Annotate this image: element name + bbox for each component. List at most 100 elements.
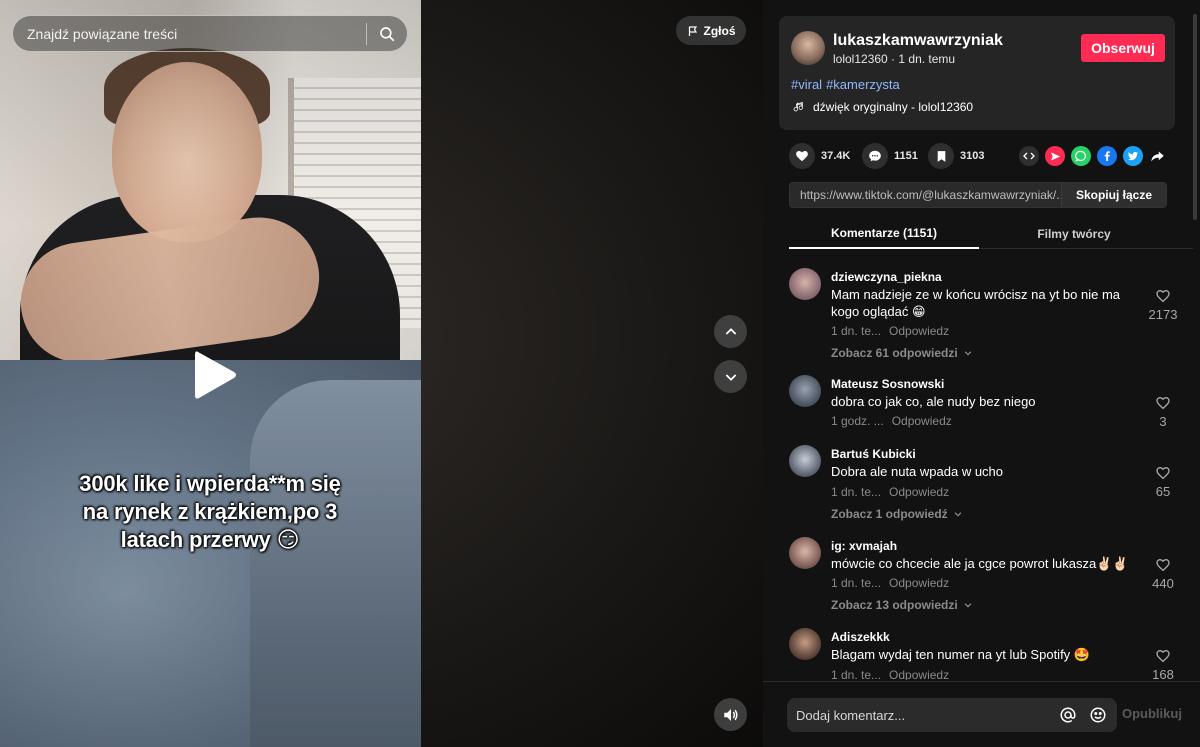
- commenter-avatar[interactable]: [789, 375, 821, 407]
- flag-icon: [688, 25, 697, 36]
- comment-composer: Opublikuj: [763, 681, 1200, 747]
- mention-button[interactable]: [1057, 704, 1079, 726]
- comment-icon-wrap: [862, 143, 888, 169]
- sound-label: dźwięk oryginalny - lolol12360: [813, 100, 974, 114]
- heart-outline-icon[interactable]: [1155, 557, 1171, 573]
- music-note-icon: [793, 102, 803, 112]
- play-button[interactable]: [190, 348, 240, 402]
- hashtag-link[interactable]: #kamerzysta: [826, 77, 900, 92]
- volume-button[interactable]: [714, 698, 747, 731]
- heart-outline-icon[interactable]: [1155, 288, 1171, 304]
- view-replies-button[interactable]: Zobacz 1 odpowiedź: [831, 507, 963, 521]
- comment-like: 168: [1145, 648, 1181, 680]
- sound-link[interactable]: dźwięk oryginalny - lolol12360: [793, 100, 973, 114]
- action-bar: 37.4K 1151 3103: [789, 143, 1179, 169]
- video-caption: 300k like i wpierda**m się na rynek z kr…: [20, 470, 400, 554]
- comment-like-count: 168: [1152, 667, 1174, 680]
- chevron-down-icon: [964, 351, 972, 356]
- search-icon: [380, 26, 395, 41]
- commenter-username[interactable]: Adiszekkk: [831, 630, 890, 644]
- caption-line-2: na rynek z krążkiem,po 3: [82, 499, 338, 524]
- save-button[interactable]: 3103: [928, 143, 984, 169]
- panel-scrollbar[interactable]: [1193, 14, 1197, 220]
- comment-time: 1 dn. te...: [831, 576, 882, 590]
- comment-time: 1 dn. te...: [831, 485, 882, 499]
- reply-button[interactable]: Odpowiedz: [889, 576, 949, 590]
- reply-button[interactable]: Odpowiedz: [889, 324, 949, 338]
- author-info-card: lukaszkamwawrzyniak lolol12360 · 1 dn. t…: [779, 16, 1175, 130]
- comment-time: 1 godz. ...: [831, 414, 884, 428]
- share-arrow-icon: [1150, 151, 1164, 161]
- save-icon-wrap: [928, 143, 954, 169]
- hashtags: #viral #kamerzysta: [791, 77, 904, 92]
- send-to-friends-button[interactable]: [1045, 146, 1065, 166]
- like-icon-wrap: [789, 143, 815, 169]
- reply-button[interactable]: Odpowiedz: [892, 414, 952, 428]
- author-avatar[interactable]: [791, 31, 825, 65]
- author-subline: lolol12360 · 1 dn. temu: [833, 52, 955, 66]
- video-player-area: 300k like i wpierda**m się na rynek z kr…: [0, 0, 763, 747]
- comment-meta: 1 dn. te... Odpowiedz: [831, 576, 949, 590]
- next-video-button[interactable]: [714, 360, 747, 393]
- commenter-avatar[interactable]: [789, 268, 821, 300]
- search-button[interactable]: [367, 16, 407, 51]
- chevron-up-icon: [725, 327, 736, 335]
- at-icon: [1060, 707, 1076, 723]
- reply-button[interactable]: Odpowiedz: [889, 485, 949, 499]
- comment-time: 1 dn. te...: [831, 324, 882, 338]
- follow-button[interactable]: Obserwuj: [1081, 34, 1165, 62]
- comment-meta: 1 godz. ... Odpowiedz: [831, 414, 952, 428]
- video-frame[interactable]: 300k like i wpierda**m się na rynek z kr…: [0, 0, 421, 747]
- commenter-avatar[interactable]: [789, 537, 821, 569]
- comment-input[interactable]: [787, 707, 1057, 723]
- comment-count-button[interactable]: 1151: [862, 143, 918, 169]
- commenter-avatar[interactable]: [789, 628, 821, 660]
- comment-text: Dobra ale nuta wpada w ucho: [831, 464, 1004, 479]
- comment-text: mówcie co chcecie ale ja cgce powrot luk…: [831, 556, 1129, 571]
- heart-outline-icon[interactable]: [1155, 395, 1171, 411]
- comment-time: 1 dn. te...: [831, 668, 882, 680]
- more-share-button[interactable]: [1147, 146, 1167, 166]
- tab-comments[interactable]: Komentarze (1151): [789, 218, 979, 249]
- facebook-share-button[interactable]: [1097, 146, 1117, 166]
- emoji-button[interactable]: [1087, 704, 1109, 726]
- copy-link-button[interactable]: Skopiuj łącze: [1060, 183, 1166, 207]
- commenter-username[interactable]: ig: xvmajah: [831, 539, 897, 553]
- commenter-avatar[interactable]: [789, 445, 821, 477]
- commenter-username[interactable]: Bartuś Kubicki: [831, 447, 916, 461]
- heart-outline-icon[interactable]: [1155, 648, 1171, 664]
- embed-button[interactable]: [1019, 146, 1039, 166]
- report-label: Zgłoś: [703, 23, 736, 38]
- comment-text: Blagam wydaj ten numer na yt lub Spotify…: [831, 647, 1090, 662]
- like-button[interactable]: 37.4K: [789, 143, 850, 169]
- commenter-username[interactable]: dziewczyna_piekna: [831, 270, 942, 284]
- caption-line-1: 300k like i wpierda**m się: [79, 471, 341, 496]
- comment-text: dobra co jak co, ale nudy bez niego: [831, 394, 1036, 409]
- related-search-input[interactable]: [13, 16, 366, 51]
- bookmark-icon: [937, 150, 945, 162]
- whatsapp-share-button[interactable]: [1071, 146, 1091, 166]
- video-link-text[interactable]: https://www.tiktok.com/@lukaszkamwawrzyn…: [790, 188, 1061, 202]
- hashtag-link[interactable]: #viral: [791, 77, 822, 92]
- reply-button[interactable]: Odpowiedz: [889, 668, 949, 680]
- previous-video-button[interactable]: [714, 315, 747, 348]
- comment-input-box: [787, 698, 1117, 732]
- comment-count: 1151: [894, 150, 918, 162]
- comment-like: 65: [1145, 465, 1181, 499]
- comment-like-count: 3: [1159, 414, 1167, 429]
- report-button[interactable]: Zgłoś: [676, 16, 746, 45]
- chevron-down-icon: [964, 603, 972, 608]
- tab-creator-videos[interactable]: Filmy twórcy: [979, 218, 1169, 249]
- view-replies-button[interactable]: Zobacz 13 odpowiedzi: [831, 598, 973, 612]
- author-username[interactable]: lukaszkamwawrzyniak: [833, 32, 1003, 50]
- heart-icon: [796, 151, 808, 162]
- view-replies-label: Zobacz 61 odpowiedzi: [831, 346, 958, 360]
- whatsapp-icon: [1075, 150, 1086, 162]
- view-replies-button[interactable]: Zobacz 61 odpowiedzi: [831, 346, 973, 360]
- heart-outline-icon[interactable]: [1155, 465, 1171, 481]
- commenter-username[interactable]: Mateusz Sosnowski: [831, 377, 944, 391]
- twitter-share-button[interactable]: [1123, 146, 1143, 166]
- chevron-down-icon: [954, 512, 962, 517]
- comments-tabs: Komentarze (1151) Filmy twórcy: [789, 218, 1193, 249]
- publish-button[interactable]: Opublikuj: [1122, 706, 1182, 721]
